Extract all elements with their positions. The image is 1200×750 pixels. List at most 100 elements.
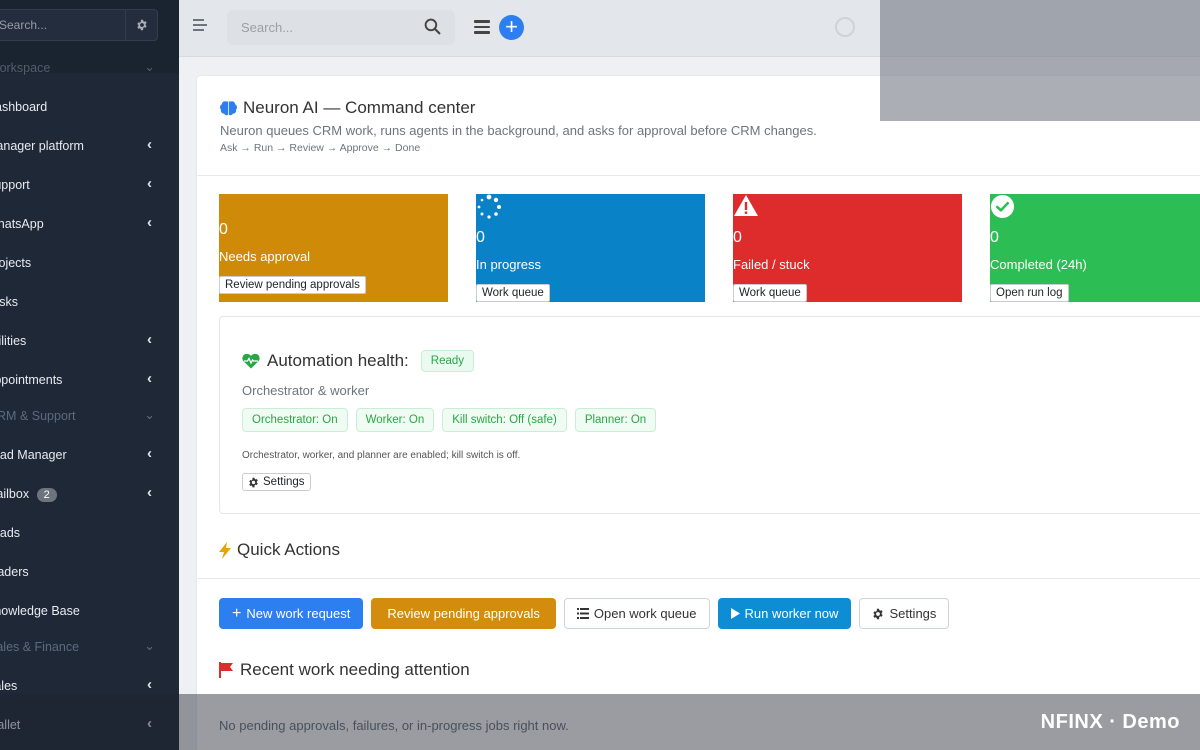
sidebar-item-support[interactable]: Support ‹ — [0, 175, 166, 197]
button-label: Run worker now — [744, 606, 839, 621]
button-label: Open work queue — [593, 606, 697, 621]
sidebar-item-label: Support — [0, 178, 30, 192]
play-icon — [730, 608, 740, 619]
user-icon[interactable] — [835, 17, 855, 37]
tile-count: 0 — [476, 229, 485, 246]
sidebar-item-lead-manager[interactable]: Lead Manager ‹ — [0, 445, 166, 467]
spinner-icon — [476, 194, 502, 225]
sidebar-item-appointments[interactable]: Appointments ‹ — [0, 370, 166, 392]
button-label: Settings — [889, 606, 937, 621]
sidebar-item-label: Utilities — [0, 334, 27, 348]
overlay-shade — [0, 0, 179, 73]
automation-health-subtitle: Orchestrator & worker — [242, 383, 370, 398]
open-run-log-button[interactable]: Open run log — [990, 284, 1069, 302]
run-worker-now-button[interactable]: Run worker now — [717, 598, 852, 629]
health-settings-label: Settings — [263, 476, 305, 488]
sidebar-item-label: Projects — [0, 256, 32, 270]
sidebar-section-sales-finance[interactable]: Sales & Finance ⌄ — [0, 638, 163, 654]
chip-worker: Worker: On — [355, 408, 435, 432]
tile-count: 0 — [733, 229, 742, 246]
overlay-shade — [880, 0, 1200, 121]
gear-icon — [249, 477, 258, 487]
sidebar-item-utilities[interactable]: Utilities ‹ — [0, 331, 166, 353]
list-icon — [576, 608, 589, 619]
status-badge: Ready — [420, 350, 475, 372]
chevron-left-icon: ‹ — [147, 676, 152, 693]
button-label: New work request — [246, 606, 351, 621]
overlay-shade — [0, 694, 1200, 750]
sidebar-item-label: Knowledge Base — [0, 604, 80, 618]
tile-in-progress: 0 In progress Work queue — [476, 194, 705, 302]
sidebar-toggle-icon[interactable] — [193, 19, 207, 35]
settings-button[interactable]: Settings — [859, 598, 950, 629]
sidebar-item-whatsapp[interactable]: WhatsApp ‹ — [0, 214, 166, 236]
chevron-down-icon: ⌄ — [144, 407, 155, 422]
review-pending-approvals-action-button[interactable]: Review pending approvals — [371, 598, 556, 629]
recent-work-label: Recent work needing attention — [240, 660, 470, 679]
tile-completed: 0 Completed (24h) Open run log — [990, 194, 1200, 302]
sidebar-section-label: Sales & Finance — [0, 640, 80, 654]
quick-actions-label: Quick Actions — [237, 540, 340, 559]
chevron-left-icon: ‹ — [147, 484, 152, 501]
tile-failed-stuck: 0 Failed / stuck Work queue — [733, 194, 962, 302]
top-search — [227, 10, 455, 45]
divider — [197, 175, 1200, 176]
heartbeat-icon — [242, 353, 260, 369]
sidebar-item-label: WhatsApp — [0, 217, 44, 231]
automation-health-title: Automation health: Ready — [242, 350, 475, 372]
health-settings-button[interactable]: Settings — [242, 473, 311, 491]
open-work-queue-button[interactable]: Open work queue — [563, 598, 710, 629]
sidebar-item-knowledge-base[interactable]: Knowledge Base — [0, 601, 166, 623]
sidebar-item-label: Traders — [0, 565, 29, 579]
review-pending-approvals-button[interactable]: Review pending approvals — [219, 276, 366, 294]
sidebar-item-dashboard[interactable]: Dashboard — [0, 97, 166, 119]
sidebar-item-projects[interactable]: Projects — [0, 253, 166, 275]
tile-label: Needs approval — [219, 249, 311, 264]
sidebar-item-label-group: Mailbox 2 — [0, 487, 57, 502]
add-circle-button[interactable]: + — [499, 15, 524, 40]
sidebar-item-leads[interactable]: Leads — [0, 523, 166, 545]
top-search-input[interactable] — [227, 10, 407, 45]
search-icon[interactable] — [424, 18, 441, 40]
workflow-steps: Ask → Run → Review → Approve → Done — [220, 142, 421, 154]
flag-icon — [219, 662, 233, 678]
sidebar-item-manager-platform[interactable]: Manager platform ‹ — [0, 136, 166, 158]
chip-kill-switch: Kill switch: Off (safe) — [442, 408, 567, 432]
chevron-down-icon: ⌄ — [144, 638, 155, 653]
sidebar-item-label: Dashboard — [0, 100, 48, 114]
gear-icon — [873, 608, 884, 619]
chevron-left-icon: ‹ — [147, 331, 152, 348]
sidebar-section-crm-support[interactable]: CRM & Support ⌄ — [0, 407, 163, 423]
sidebar-item-label: Mailbox — [0, 487, 30, 501]
tile-needs-approval: 0 Needs approval Review pending approval… — [219, 194, 448, 302]
sidebar-item-mailbox[interactable]: Mailbox 2 ‹ — [0, 484, 166, 506]
warning-icon — [733, 194, 759, 223]
page-subtitle: Neuron queues CRM work, runs agents in t… — [220, 123, 817, 138]
sidebar-item-label: Tasks — [0, 295, 18, 309]
quick-actions-row: + New work request Review pending approv… — [219, 598, 950, 629]
sidebar-item-traders[interactable]: Traders — [0, 562, 166, 584]
sidebar-item-tasks[interactable]: Tasks — [0, 292, 166, 314]
automation-health-card: Automation health: Ready Orchestrator & … — [219, 316, 1200, 514]
tile-label: Failed / stuck — [733, 257, 810, 272]
work-queue-button[interactable]: Work queue — [476, 284, 550, 302]
chevron-left-icon: ‹ — [147, 136, 152, 153]
tile-count: 0 — [990, 229, 999, 246]
plus-icon: + — [232, 604, 242, 622]
work-queue-button[interactable]: Work queue — [733, 284, 807, 302]
quick-actions-title: Quick Actions — [219, 540, 340, 560]
new-work-request-button[interactable]: + New work request — [219, 598, 364, 629]
button-label: Review pending approvals — [387, 606, 540, 621]
menu-icon[interactable] — [474, 20, 490, 37]
recent-work-title: Recent work needing attention — [219, 660, 470, 680]
page-title: Neuron AI — Command center — [220, 98, 475, 118]
tile-count: 0 — [219, 221, 228, 238]
mailbox-count-badge: 2 — [36, 488, 57, 502]
chevron-left-icon: ‹ — [147, 214, 152, 231]
chip-orchestrator: Orchestrator: On — [242, 408, 348, 432]
automation-health-label: Automation health: — [267, 351, 409, 370]
bolt-icon — [219, 541, 231, 559]
sidebar-item-label: Appointments — [0, 373, 63, 387]
chevron-left-icon: ‹ — [147, 370, 152, 387]
page-title-text: Neuron AI — Command center — [243, 98, 476, 117]
